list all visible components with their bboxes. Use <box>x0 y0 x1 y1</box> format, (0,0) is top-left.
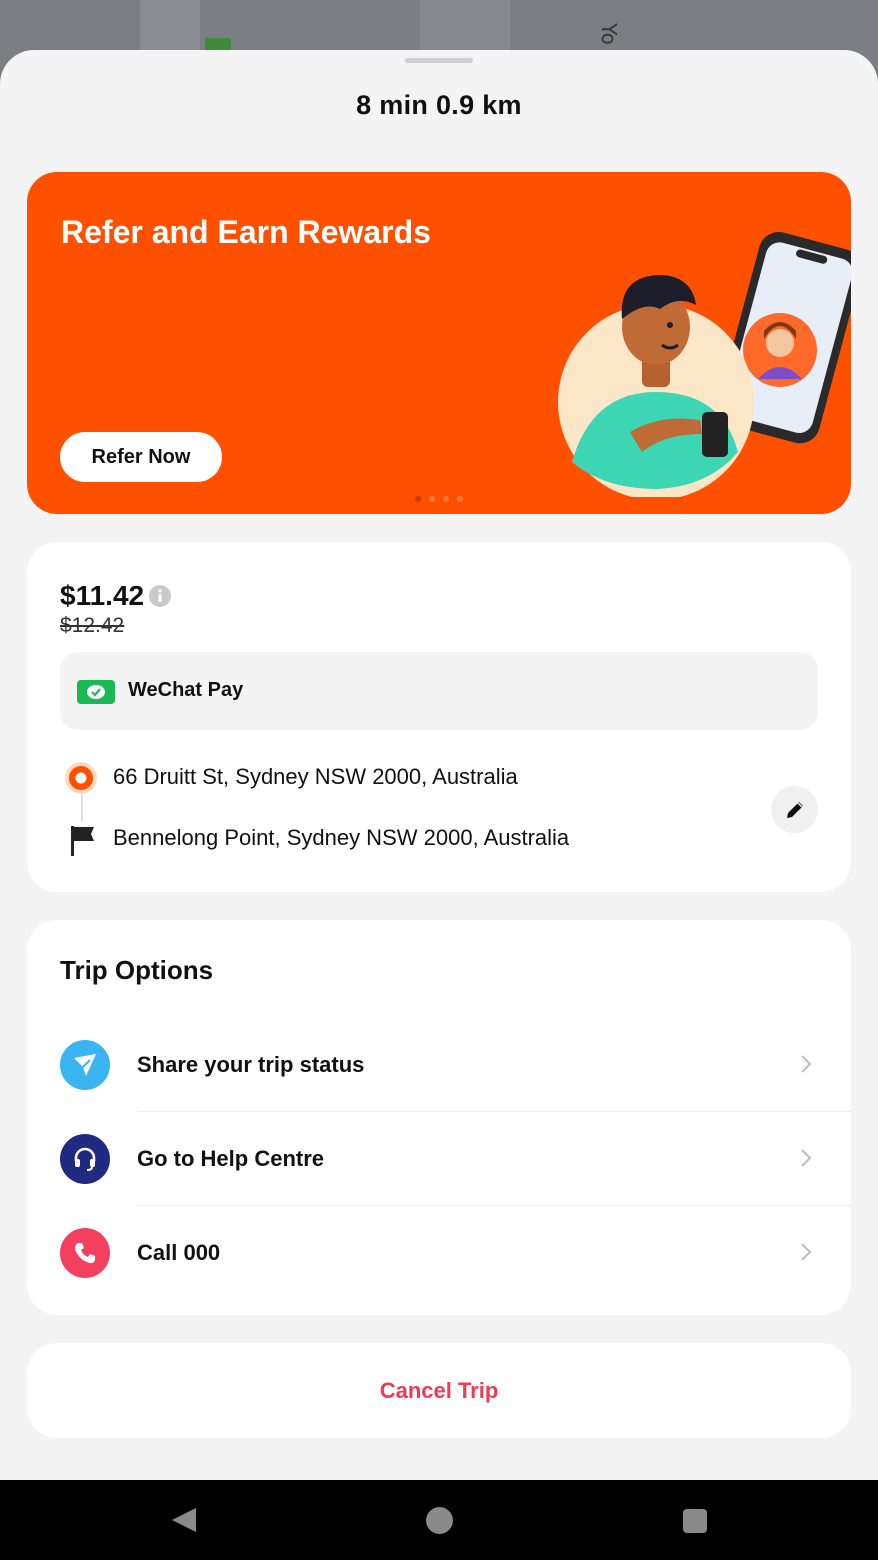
help-centre-row[interactable]: Go to Help Centre <box>27 1112 851 1206</box>
chevron-right-icon <box>799 1052 813 1081</box>
referral-illustration <box>552 227 851 502</box>
option-label: Go to Help Centre <box>137 1146 325 1171</box>
carousel-dot <box>429 496 435 502</box>
carousel-indicator <box>415 496 463 502</box>
pickup-address: 66 Druitt St, Sydney NSW 2000, Australia <box>113 764 518 789</box>
fare-price: $11.42 <box>60 580 145 611</box>
promo-banner[interactable]: Refer and Earn Rewards Refer Now <box>27 172 851 514</box>
map-street-label: Yo <box>596 23 621 45</box>
home-icon[interactable] <box>426 1507 453 1534</box>
wechat-pay-icon <box>77 680 115 709</box>
option-label: Share your trip status <box>137 1052 365 1077</box>
share-trip-status-row[interactable]: Share your trip status <box>27 1018 851 1112</box>
back-icon[interactable] <box>170 1506 198 1539</box>
carousel-dot <box>415 496 421 502</box>
promo-title: Refer and Earn Rewards <box>61 214 431 250</box>
call-emergency-row[interactable]: Call 000 <box>27 1206 851 1300</box>
dropoff-address: Bennelong Point, Sydney NSW 2000, Austra… <box>113 825 570 850</box>
headset-icon <box>60 1134 110 1184</box>
original-fare-price: $12.42 <box>60 614 125 637</box>
edit-route-button[interactable] <box>771 786 818 833</box>
system-navigation-bar <box>0 1480 878 1560</box>
option-label: Call 000 <box>137 1240 221 1265</box>
refer-now-button[interactable]: Refer Now <box>60 432 222 482</box>
payment-method-label: WeChat Pay <box>128 679 244 701</box>
phone-icon <box>60 1228 110 1278</box>
trip-options-title: Trip Options <box>60 955 214 985</box>
recent-apps-icon[interactable] <box>683 1509 707 1533</box>
carousel-dot <box>443 496 449 502</box>
sheet-drag-handle[interactable] <box>405 58 473 63</box>
destination-flag-icon <box>69 824 97 861</box>
route-connector <box>81 792 83 822</box>
info-icon[interactable] <box>149 585 171 612</box>
payment-method-selector[interactable]: WeChat Pay <box>60 652 818 730</box>
trip-bottom-sheet: 8 min 0.9 km Refer and Earn Rewards Refe… <box>0 50 878 1480</box>
chevron-right-icon <box>799 1240 813 1269</box>
pencil-icon <box>786 801 803 818</box>
trip-options-card: Trip Options Share your trip status Go t… <box>27 920 851 1315</box>
carousel-dot <box>457 496 463 502</box>
chevron-right-icon <box>799 1146 813 1175</box>
cancel-trip-button[interactable]: Cancel Trip <box>27 1343 851 1438</box>
fare-card: $11.42 $12.42 WeChat Pay 66 Druitt St, S… <box>27 542 851 892</box>
share-icon <box>60 1040 110 1090</box>
trip-eta: 8 min 0.9 km <box>356 90 522 120</box>
